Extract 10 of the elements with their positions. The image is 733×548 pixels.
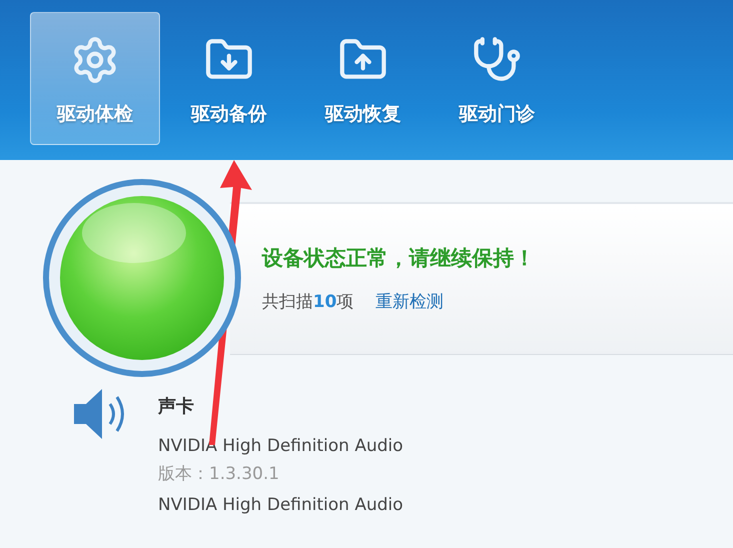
device-name: NVIDIA High Definition Audio bbox=[158, 495, 404, 515]
scan-summary: 共扫描10项 bbox=[262, 291, 354, 313]
nav-tab[interactable]: 驱动门诊 bbox=[432, 12, 562, 145]
rescan-link[interactable]: 重新检测 bbox=[376, 290, 444, 313]
nav-tab[interactable]: 驱动备份 bbox=[164, 12, 294, 145]
nav-tab[interactable]: 驱动恢复 bbox=[298, 12, 428, 145]
nav-tab[interactable]: 驱动体检 bbox=[30, 12, 160, 145]
status-title: 设备状态正常，请继续保持！ bbox=[262, 245, 536, 272]
device-version: 版本：1.3.30.1 bbox=[158, 463, 280, 485]
device-category: 声卡 bbox=[158, 395, 195, 418]
